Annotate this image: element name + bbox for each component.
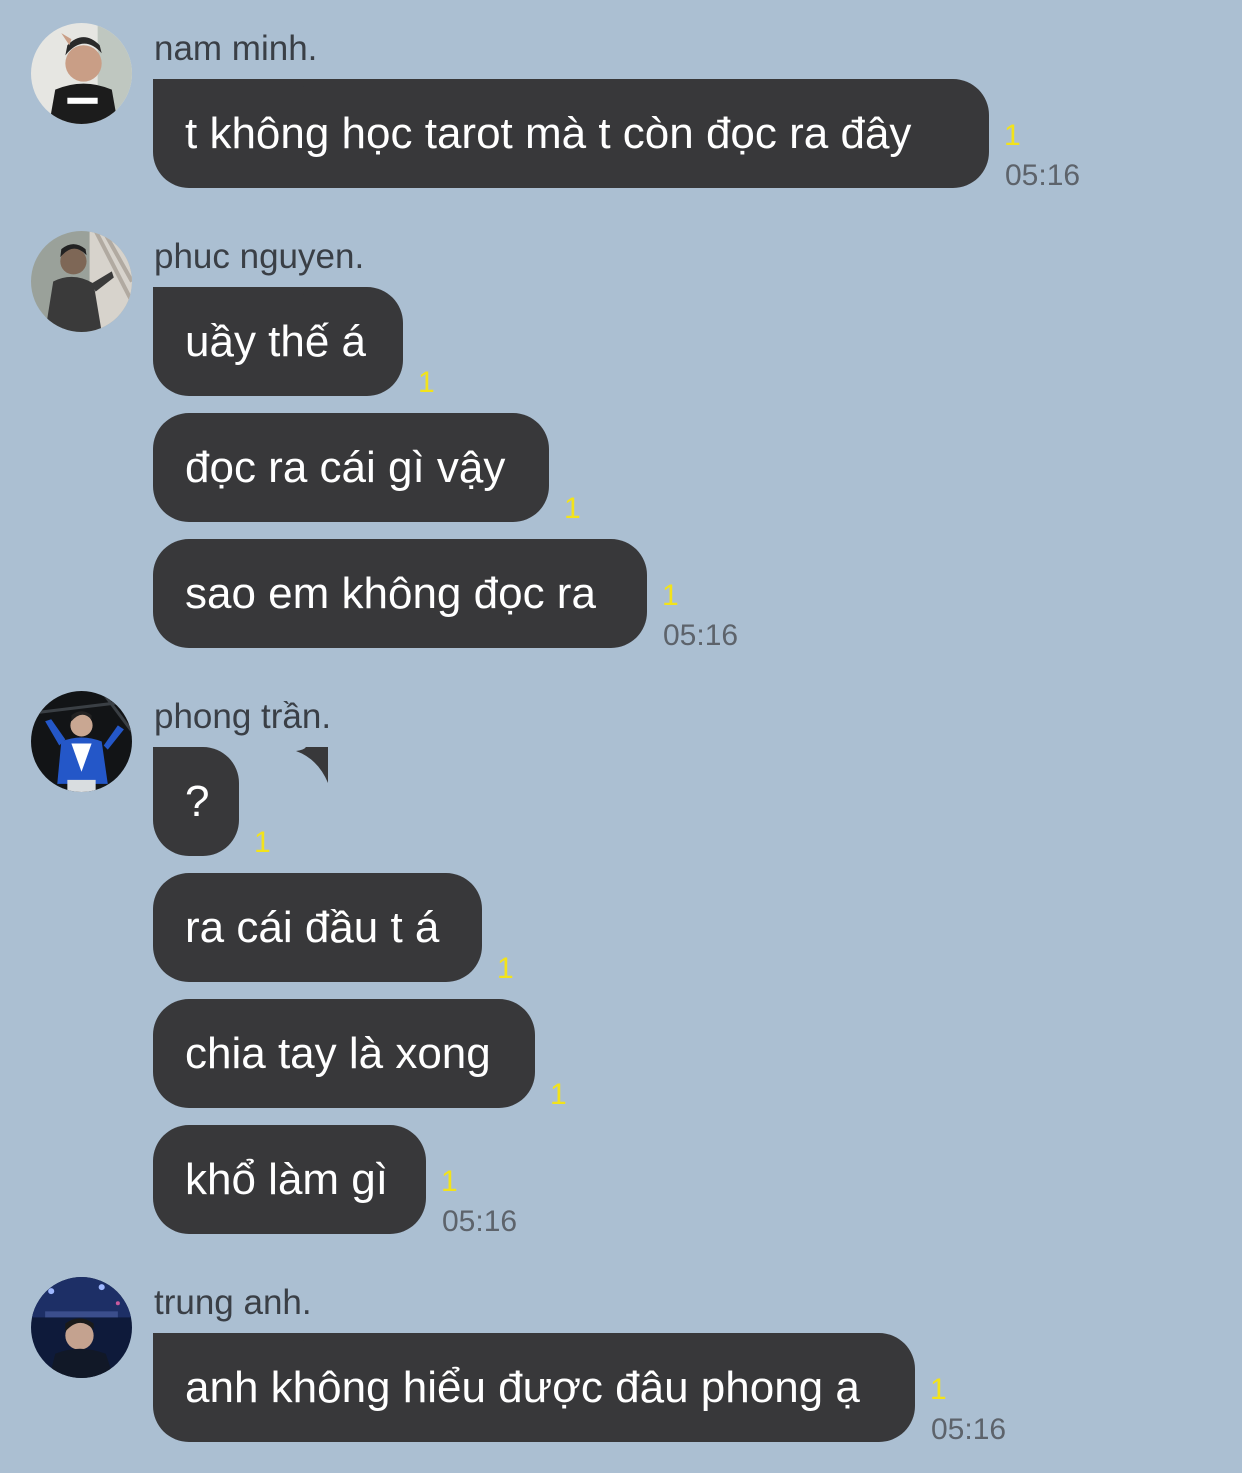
message-bubble[interactable]: anh không hiểu được đâu phong ạ [153,1333,915,1442]
message-timestamp: 05:16 [931,1413,1007,1446]
message-bubble[interactable]: đọc ra cái gì vậy [153,413,549,522]
avatar-photo-icon [31,231,132,332]
unread-count: 1 [497,952,514,985]
message-bubble[interactable]: ra cái đầu t á [153,873,482,982]
message-bubble[interactable]: ? [153,747,328,856]
unread-count: 1 [930,1373,947,1406]
message-bubble[interactable]: t không học tarot mà t còn đọc ra đây [153,79,989,188]
message-bubble[interactable]: khổ làm gì [153,1125,426,1234]
message-bubble[interactable]: sao em không đọc ra [153,539,647,648]
message-timestamp: 05:16 [663,619,739,652]
bubble-tail [296,747,328,783]
unread-count: 1 [550,1078,567,1111]
sender-name: phong trần. [154,697,332,736]
message-bubble[interactable]: uầy thế á [153,287,403,396]
unread-count: 1 [254,826,271,859]
avatar-photo-icon [31,1277,132,1378]
avatar-photo-icon [31,691,132,792]
avatar-photo-icon [31,23,132,124]
avatar-phong-tran[interactable] [31,691,132,792]
message-text: khổ làm gì [185,1155,388,1204]
message-timestamp: 05:16 [1005,159,1081,192]
unread-count: 1 [1004,119,1021,152]
unread-count: 1 [418,366,435,399]
sender-name: trung anh. [154,1283,312,1322]
message-text: ? [185,777,210,826]
sender-name: nam minh. [154,29,318,68]
avatar-trung-anh[interactable] [31,1277,132,1378]
message-text: ra cái đầu t á [185,903,440,952]
unread-count: 1 [564,492,581,525]
message-text: đọc ra cái gì vậy [185,443,506,492]
sender-name: phuc nguyen. [154,237,365,276]
message-bubble[interactable]: chia tay là xong [153,999,535,1108]
message-text: anh không hiểu được đâu phong ạ [185,1363,860,1412]
avatar-nam-minh[interactable] [31,23,132,124]
message-text: chia tay là xong [185,1029,491,1078]
unread-count: 1 [662,579,679,612]
message-text: uầy thế á [185,317,367,366]
message-text: sao em không đọc ra [185,569,596,618]
avatar-phuc-nguyen[interactable] [31,231,132,332]
message-timestamp: 05:16 [442,1205,518,1238]
message-text: t không học tarot mà t còn đọc ra đây [185,109,912,158]
unread-count: 1 [441,1165,458,1198]
